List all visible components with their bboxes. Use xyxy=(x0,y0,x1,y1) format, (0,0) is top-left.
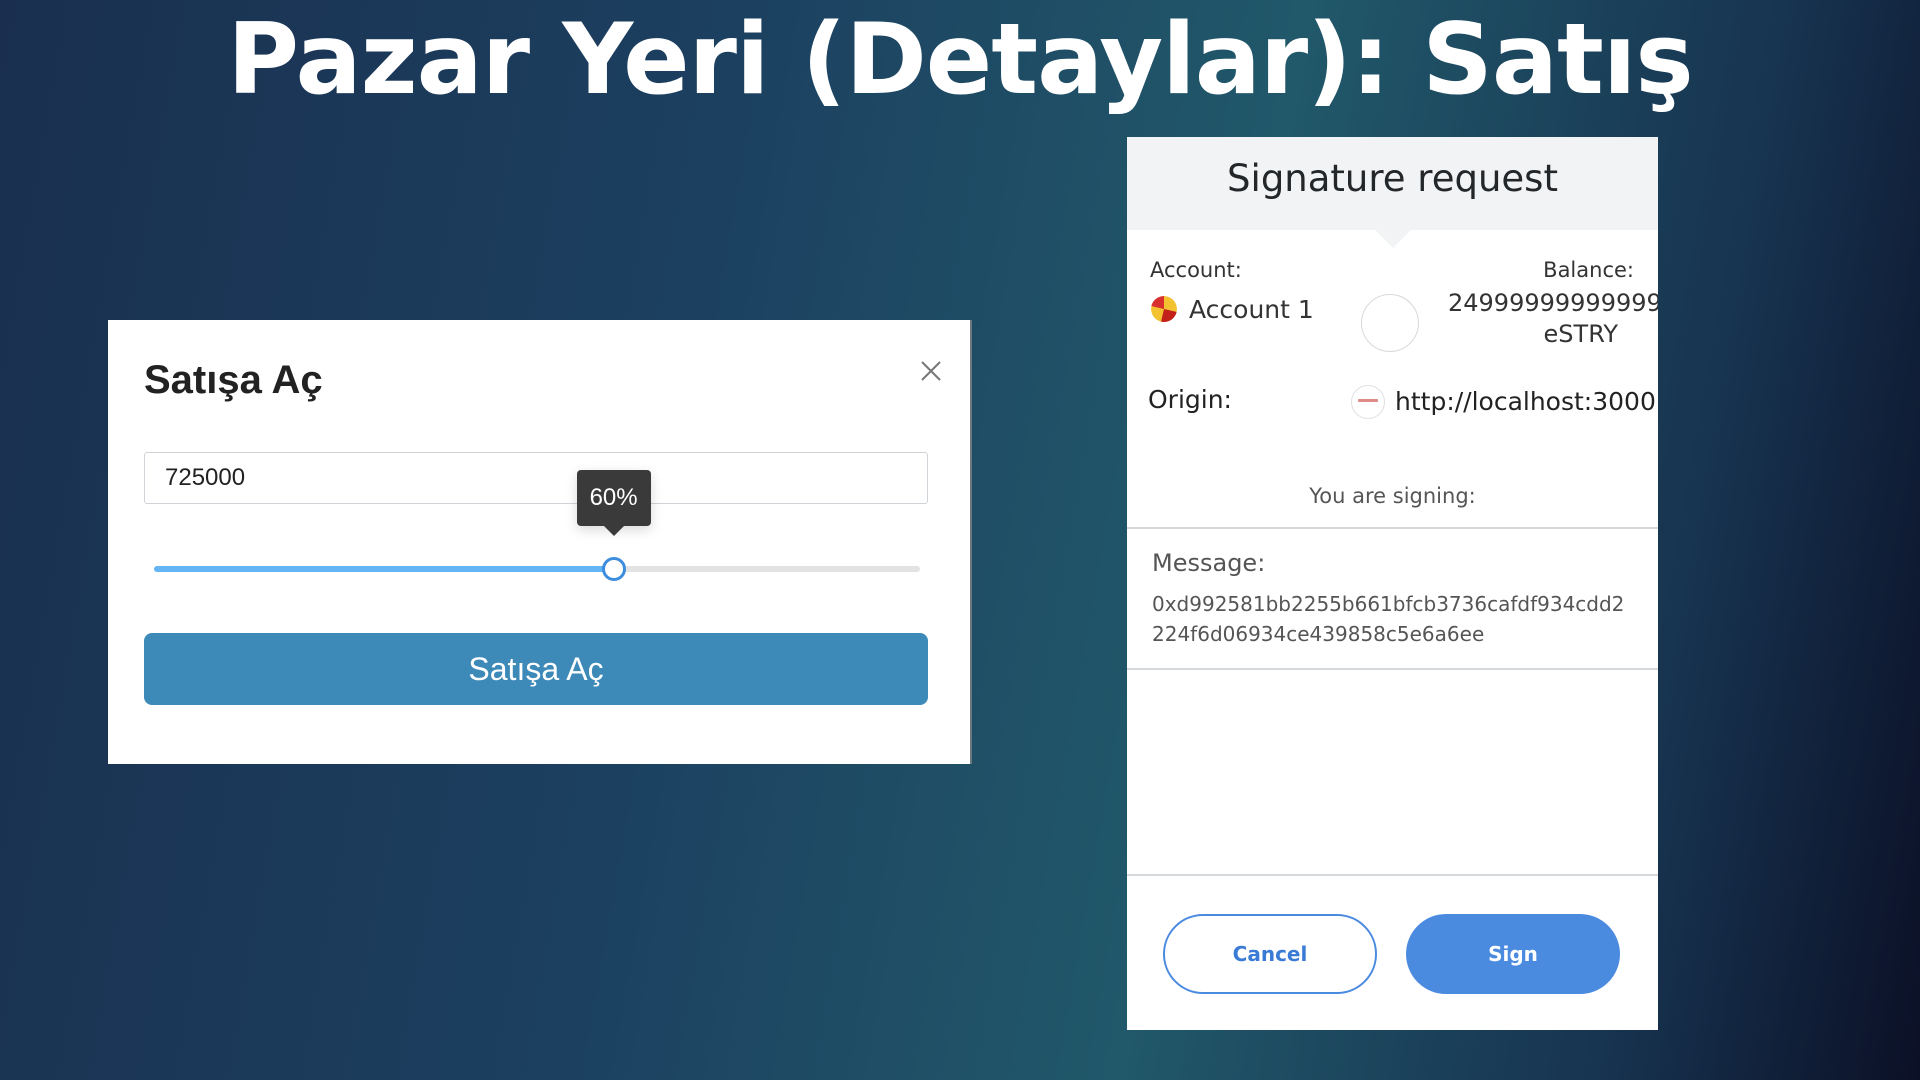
divider xyxy=(1127,874,1658,876)
close-icon[interactable] xyxy=(908,348,952,392)
signature-title: Signature request xyxy=(1227,157,1558,200)
message-value: 0xd992581bb2255b661bfcb3736cafdf934cdd22… xyxy=(1152,592,1625,646)
divider xyxy=(1127,668,1658,670)
message-label: Message: xyxy=(1152,549,1266,577)
balance-label: Balance: xyxy=(1543,258,1634,282)
open-for-sale-button[interactable]: Satışa Aç xyxy=(144,633,928,705)
origin-url: http://localhost:3000 xyxy=(1395,387,1656,416)
modal-title: Satışa Aç xyxy=(144,358,323,402)
slider-tooltip: 60% xyxy=(576,470,651,536)
slide-title: Pazar Yeri (Detaylar): Satış xyxy=(227,3,1694,117)
signing-label: You are signing: xyxy=(1309,484,1476,508)
price-input[interactable] xyxy=(144,452,928,504)
percent-slider[interactable] xyxy=(154,557,920,581)
site-identicon xyxy=(1361,294,1419,352)
sell-modal: Satışa Aç 60% Satışa Aç xyxy=(108,320,970,764)
site-favicon-icon xyxy=(1351,385,1385,419)
signature-request-panel: Signature request Account: Balance: Acco… xyxy=(1127,137,1658,1030)
slider-handle[interactable] xyxy=(601,557,626,581)
sign-button[interactable]: Sign xyxy=(1406,914,1620,994)
slider-track xyxy=(154,566,614,572)
balance-value: 2499999999999999 xyxy=(1448,289,1658,317)
account-avatar-icon xyxy=(1151,296,1177,322)
signature-header: Signature request xyxy=(1127,137,1658,248)
account-name: Account 1 xyxy=(1189,295,1314,324)
origin-label: Origin: xyxy=(1148,385,1232,414)
account-label: Account: xyxy=(1150,258,1242,282)
balance-unit: eSTRY xyxy=(1543,320,1618,348)
cancel-button[interactable]: Cancel xyxy=(1163,914,1377,994)
divider xyxy=(1127,527,1658,529)
